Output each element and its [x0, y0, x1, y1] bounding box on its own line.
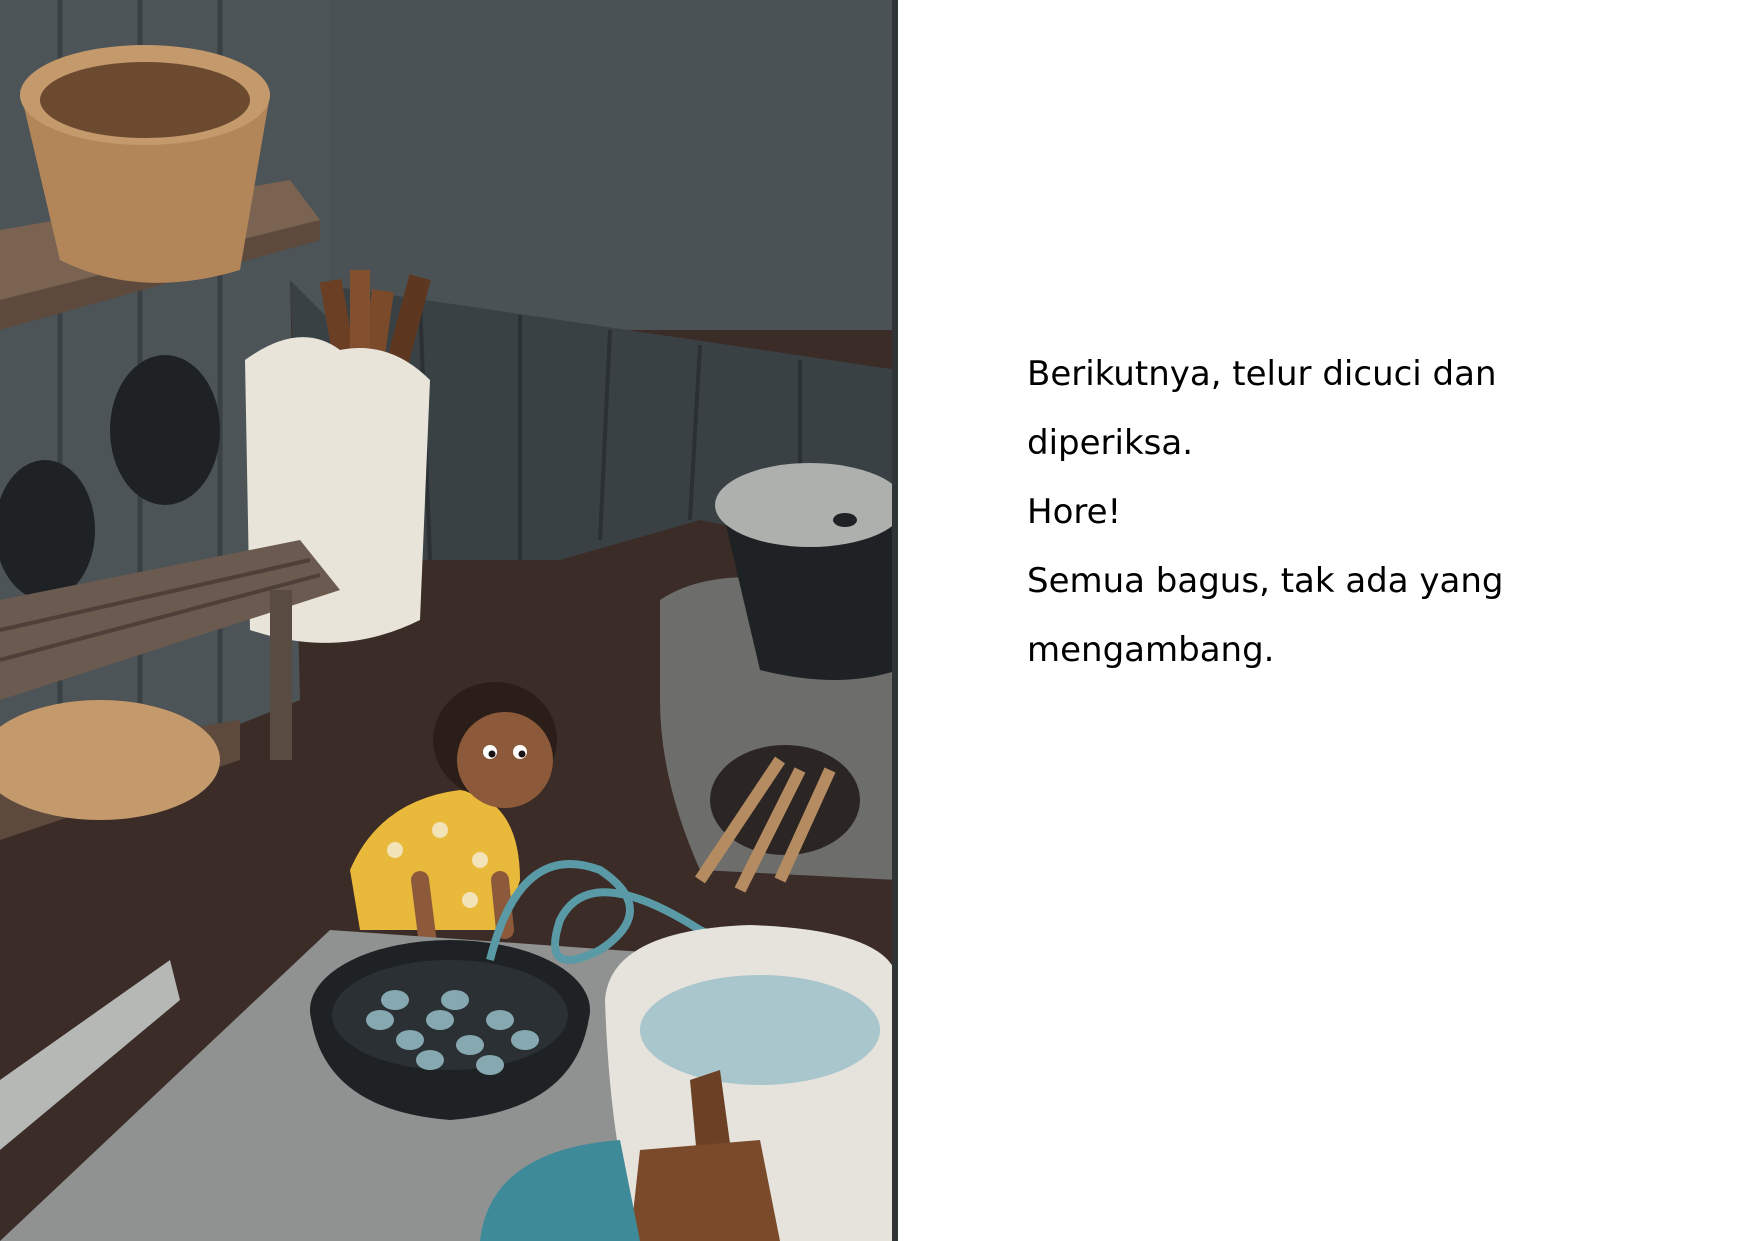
girl-face [457, 712, 553, 808]
girl-pupil [518, 750, 526, 758]
girl-pupil [488, 750, 496, 758]
storybook-page: Berikutnya, telur dicuci dan diperiksa. … [0, 0, 1755, 1241]
kitchen-illustration-svg [0, 0, 898, 1241]
bench-leg [270, 590, 292, 760]
illustration-edge [892, 0, 898, 1241]
story-line: mengambang. [1027, 630, 1275, 670]
hanging-wok [110, 355, 220, 505]
story-line: diperiksa. [1027, 423, 1193, 463]
pot-lid [715, 463, 898, 547]
story-line: Hore! [1027, 492, 1122, 532]
story-line: Semua bagus, tak ada yang [1027, 561, 1504, 601]
pot-lid-knob [833, 513, 857, 527]
story-text: Berikutnya, telur dicuci dan diperiksa. … [1027, 340, 1647, 685]
bucket-water [640, 975, 880, 1085]
cutting-board [630, 1140, 780, 1241]
woven-basket-inside [40, 62, 250, 138]
kitchen-illustration [0, 0, 898, 1241]
story-line: Berikutnya, telur dicuci dan [1027, 354, 1497, 394]
